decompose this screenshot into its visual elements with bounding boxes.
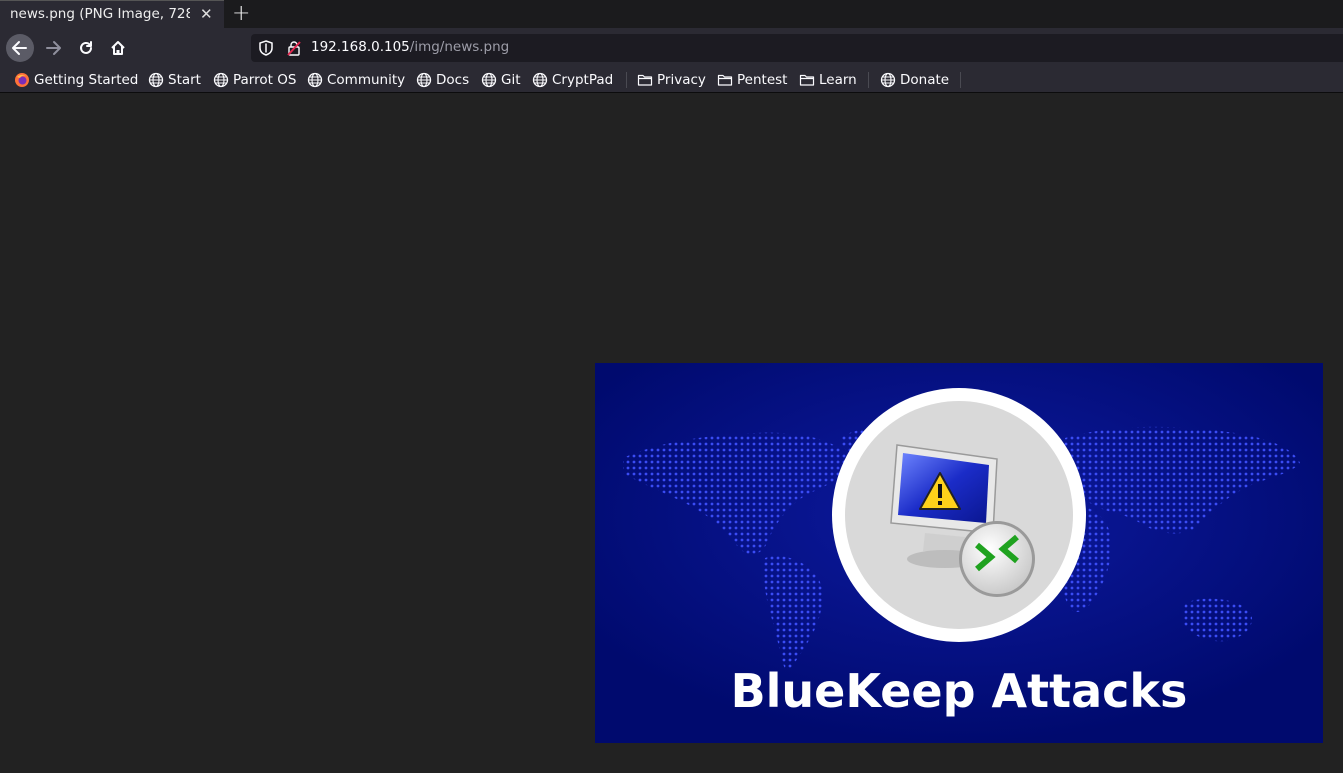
tab-title: news.png (PNG Image, 728 <box>10 6 190 22</box>
bookmark-label: CryptPad <box>552 72 614 88</box>
bookmark-label: Privacy <box>657 72 706 88</box>
globe-icon <box>880 72 896 88</box>
bookmarks-bar: Getting Started Start Parrot OS Communit… <box>0 68 1343 93</box>
bookmark-label: Donate <box>900 72 950 88</box>
arrow-right-icon <box>46 41 61 55</box>
bookmark-folder-privacy[interactable]: Privacy <box>637 71 706 89</box>
globe-icon <box>148 72 164 88</box>
close-icon[interactable]: ✕ <box>200 5 213 23</box>
insecure-lock-icon[interactable] <box>286 40 302 56</box>
reload-icon <box>80 41 92 54</box>
back-button[interactable] <box>6 34 34 62</box>
nav-bar: 192.168.0.105/img/news.png <box>0 28 1343 68</box>
bookmark-label: Git <box>501 72 521 88</box>
bookmark-start[interactable]: Start <box>148 71 201 89</box>
bookmark-label: Docs <box>436 72 470 88</box>
bookmark-separator <box>960 72 961 88</box>
bookmark-parrot-os[interactable]: Parrot OS <box>213 71 296 89</box>
bookmark-separator <box>626 72 627 88</box>
bookmark-getting-started[interactable]: Getting Started <box>14 71 138 89</box>
forward-button[interactable] <box>40 34 68 62</box>
url-text[interactable]: 192.168.0.105/img/news.png <box>311 39 509 55</box>
reload-button[interactable] <box>72 34 100 62</box>
news-image[interactable]: BlueKeep Attacks <box>595 363 1323 743</box>
home-button[interactable] <box>104 34 132 62</box>
image-caption: BlueKeep Attacks <box>731 664 1188 718</box>
tab-bar: news.png (PNG Image, 728 ✕ + <box>0 0 1343 28</box>
folder-icon <box>799 74 815 86</box>
globe-icon <box>532 72 548 88</box>
folder-icon <box>637 74 653 86</box>
home-icon <box>111 41 125 55</box>
bookmark-docs[interactable]: Docs <box>416 71 469 89</box>
bookmark-label: Learn <box>819 72 857 88</box>
bookmark-separator <box>868 72 869 88</box>
shield-icon[interactable] <box>259 40 273 56</box>
globe-icon <box>481 72 497 88</box>
bookmark-label: Parrot OS <box>233 72 297 88</box>
globe-icon <box>307 72 323 88</box>
bookmark-label: Getting Started <box>34 72 139 88</box>
plus-icon[interactable]: + <box>232 1 250 26</box>
bookmark-folder-learn[interactable]: Learn <box>799 71 857 89</box>
arrow-left-icon <box>12 41 27 55</box>
bookmark-label: Community <box>327 72 406 88</box>
folder-icon <box>717 74 733 86</box>
bookmark-community[interactable]: Community <box>307 71 405 89</box>
bookmark-cryptpad[interactable]: CryptPad <box>532 71 613 89</box>
remote-connection-icon <box>959 521 1035 597</box>
bookmark-donate[interactable]: Donate <box>880 71 949 89</box>
bookmark-label: Pentest <box>737 72 788 88</box>
globe-icon <box>416 72 432 88</box>
bookmark-label: Start <box>168 72 201 88</box>
bookmark-git[interactable]: Git <box>481 71 521 89</box>
url-host: 192.168.0.105 <box>311 39 410 55</box>
url-bar[interactable]: 192.168.0.105/img/news.png <box>251 34 1343 62</box>
bookmark-folder-pentest[interactable]: Pentest <box>717 71 787 89</box>
globe-icon <box>213 72 229 88</box>
tab-news-png[interactable]: news.png (PNG Image, 728 ✕ <box>0 0 224 28</box>
url-path: /img/news.png <box>409 39 510 55</box>
firefox-icon <box>15 73 29 87</box>
